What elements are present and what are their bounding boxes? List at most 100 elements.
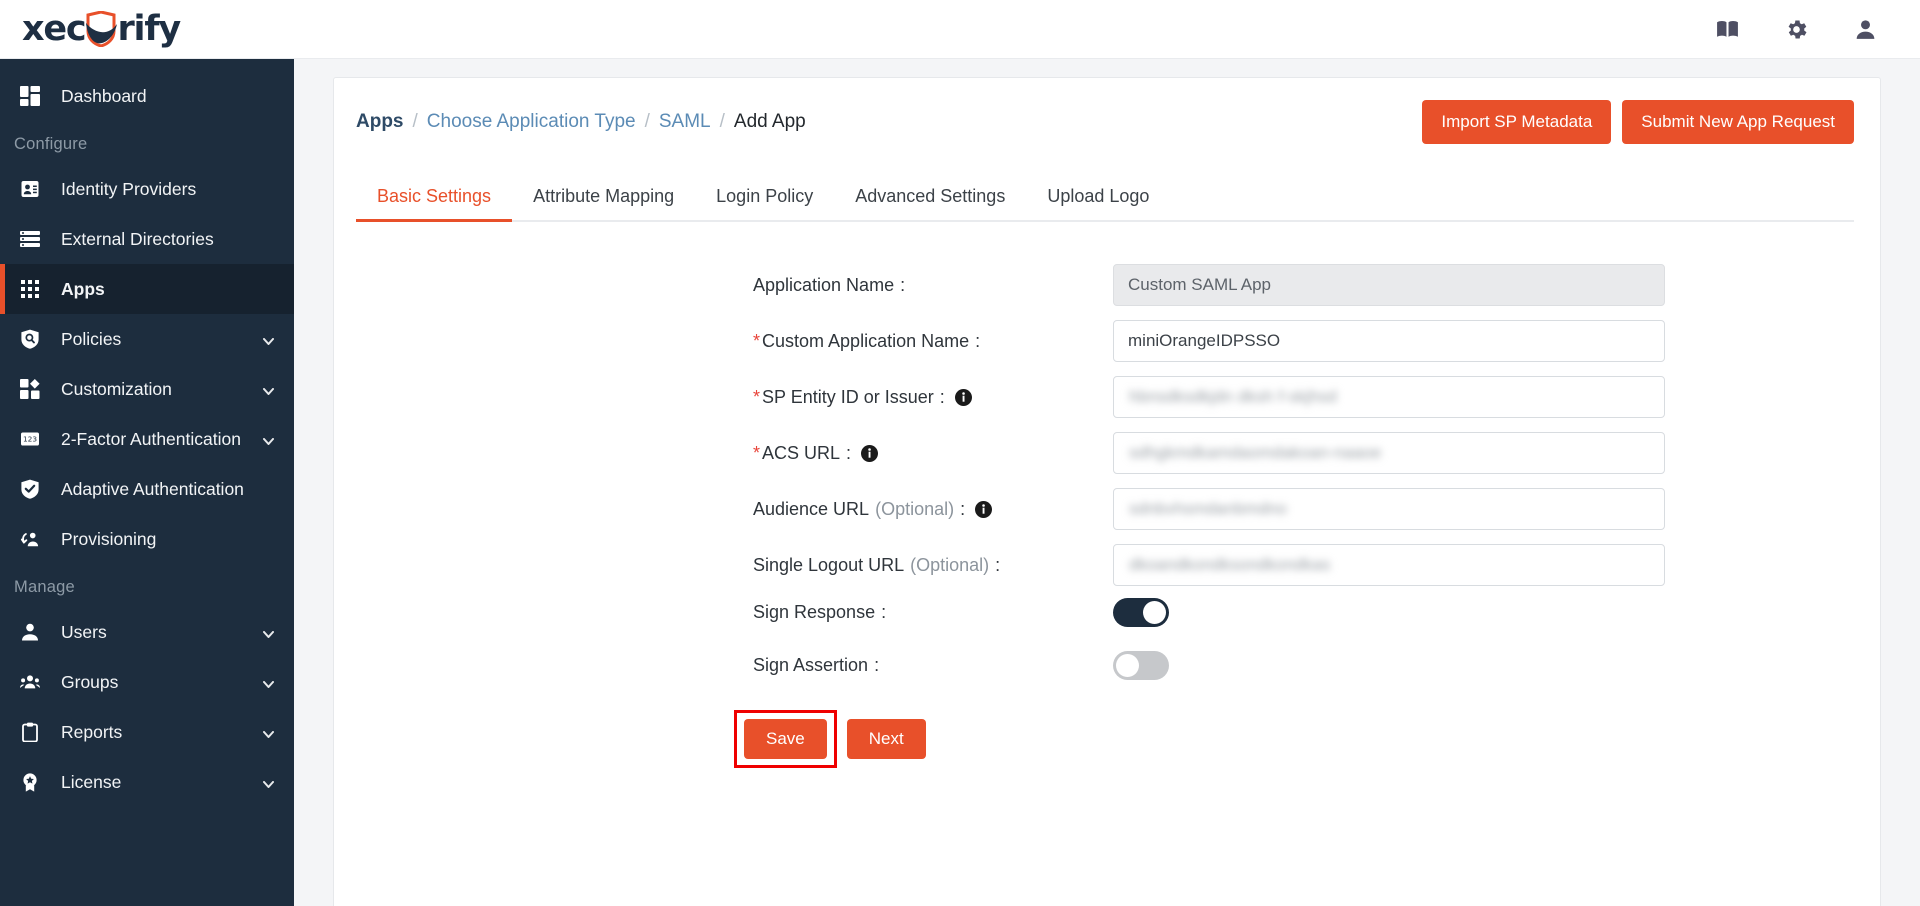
sign-response-toggle[interactable] <box>1113 598 1169 627</box>
sidebar-item-license[interactable]: License <box>0 757 294 807</box>
tab-basic-settings[interactable]: Basic Settings <box>356 176 513 222</box>
label-optional: (Optional) <box>875 498 955 519</box>
sidebar-item-identity-providers[interactable]: Identity Providers <box>0 164 294 214</box>
label-text: Sign Response <box>753 602 876 622</box>
label-colon: : <box>939 386 945 407</box>
sidebar-item-reports[interactable]: Reports <box>0 707 294 757</box>
tab-upload-logo[interactable]: Upload Logo <box>1026 176 1170 220</box>
label-colon: : <box>874 655 880 675</box>
label-sp-entity-id-or-issuer: * SP Entity ID or Issuer : <box>334 387 1113 408</box>
tab-login-policy[interactable]: Login Policy <box>695 176 834 220</box>
chevron-down-icon <box>262 775 276 789</box>
sidebar-item-groups[interactable]: Groups <box>0 657 294 707</box>
id-card-icon <box>16 178 44 200</box>
sidebar-item-label: Reports <box>61 721 123 742</box>
tab-attribute-mapping[interactable]: Attribute Mapping <box>512 176 695 220</box>
numeric-123-icon: 123 <box>16 428 44 450</box>
field-row-application-name: Application Name : <box>334 264 1880 306</box>
application-name-input[interactable] <box>1113 264 1665 306</box>
label-sign-assertion: Sign Assertion : <box>334 655 1113 676</box>
label-application-name: Application Name : <box>334 275 1113 296</box>
shield-logo-icon <box>84 11 118 47</box>
customization-icon <box>16 378 44 400</box>
chevron-down-icon <box>262 382 276 396</box>
breadcrumb-apps[interactable]: Apps <box>356 111 404 133</box>
label-acs-url: * ACS URL : <box>334 443 1113 464</box>
top-header: xec rify <box>0 0 1920 59</box>
audience-url-input[interactable] <box>1113 488 1665 530</box>
import-sp-metadata-button[interactable]: Import SP Metadata <box>1422 100 1612 144</box>
sign-assertion-toggle[interactable] <box>1113 651 1169 680</box>
label-optional: (Optional) <box>910 554 990 575</box>
sidebar-section-configure: Configure <box>14 135 88 153</box>
label-text: Custom Application Name <box>762 330 970 351</box>
sidebar-item-policies[interactable]: Policies <box>0 314 294 364</box>
sidebar: Dashboard Configure Identity Providers E… <box>0 59 294 906</box>
sidebar-item-label: Provisioning <box>61 528 157 549</box>
sidebar-item-dashboard[interactable]: Dashboard <box>0 71 294 121</box>
breadcrumb-separator: / <box>719 111 725 132</box>
tab-advanced-settings[interactable]: Advanced Settings <box>834 176 1026 220</box>
license-badge-icon <box>16 771 44 793</box>
sidebar-item-label: Groups <box>61 671 119 692</box>
info-icon[interactable] <box>975 500 993 518</box>
sidebar-item-external-directories[interactable]: External Directories <box>0 214 294 264</box>
sidebar-item-customization[interactable]: Customization <box>0 364 294 414</box>
sidebar-item-users[interactable]: Users <box>0 607 294 657</box>
label-text: ACS URL <box>762 442 841 463</box>
sidebar-item-label: Dashboard <box>61 85 147 106</box>
sidebar-item-label: License <box>61 771 122 792</box>
required-asterisk: * <box>753 330 761 351</box>
field-row-acs-url: * ACS URL : sdhgkmdkamdaomdakoan-naaoe <box>334 432 1880 474</box>
shield-check-icon <box>16 478 44 500</box>
breadcrumb-separator: / <box>644 111 650 132</box>
sidebar-item-label: Customization <box>61 378 172 399</box>
sidebar-item-label: External Directories <box>61 228 214 249</box>
label-colon: : <box>975 330 981 351</box>
breadcrumb-choose-application-type[interactable]: Choose Application Type <box>427 111 636 133</box>
sidebar-item-2-factor-authentication[interactable]: 123 2-Factor Authentication <box>0 414 294 464</box>
sidebar-item-apps[interactable]: Apps <box>0 264 294 314</box>
label-colon: : <box>995 554 1001 575</box>
app-root: xec rify Dashboard Configure Identity Pr… <box>0 0 1920 906</box>
user-icon <box>16 621 44 643</box>
field-row-single-logout-url: Single Logout URL (Optional) : dkoandkon… <box>334 544 1880 586</box>
label-colon: : <box>881 602 887 622</box>
label-single-logout-url: Single Logout URL (Optional) : <box>334 555 1113 576</box>
body-area: Dashboard Configure Identity Providers E… <box>0 59 1920 906</box>
field-row-sp-entity-id: * SP Entity ID or Issuer : hbnsdksdkjdn … <box>334 376 1880 418</box>
logo-text-right: rify <box>117 9 181 49</box>
next-button[interactable]: Next <box>846 719 926 759</box>
info-icon[interactable] <box>954 388 972 406</box>
field-row-sign-assertion: Sign Assertion : <box>334 651 1880 680</box>
brand-logo[interactable]: xec rify <box>0 9 294 49</box>
book-icon[interactable] <box>1714 16 1740 42</box>
single-logout-url-input[interactable] <box>1113 544 1665 586</box>
breadcrumb-saml[interactable]: SAML <box>659 111 711 133</box>
info-icon[interactable] <box>861 444 879 462</box>
logo-text: xec rify <box>22 9 181 49</box>
save-button-highlight: Save <box>734 710 837 768</box>
sidebar-item-adaptive-authentication[interactable]: Adaptive Authentication <box>0 464 294 514</box>
acs-url-input[interactable] <box>1113 432 1665 474</box>
save-button[interactable]: Save <box>744 719 827 759</box>
toggle-knob <box>1143 601 1166 624</box>
field-row-custom-application-name: * Custom Application Name : <box>334 320 1880 362</box>
sidebar-item-label: Apps <box>61 278 105 299</box>
label-text: SP Entity ID or Issuer <box>762 386 934 407</box>
sp-entity-id-input[interactable] <box>1113 376 1665 418</box>
submit-new-app-request-button[interactable]: Submit New App Request <box>1622 100 1854 144</box>
gear-icon[interactable] <box>1783 16 1809 42</box>
required-asterisk: * <box>753 442 761 463</box>
sidebar-item-label: Adaptive Authentication <box>61 478 244 499</box>
user-icon[interactable] <box>1852 16 1878 42</box>
custom-application-name-input[interactable] <box>1113 320 1665 362</box>
label-audience-url: Audience URL (Optional) : <box>334 499 1113 520</box>
provisioning-sync-icon <box>16 528 44 550</box>
form-action-buttons: Save Next <box>334 710 1880 768</box>
sidebar-item-provisioning[interactable]: Provisioning <box>0 514 294 564</box>
main-content: Apps / Choose Application Type / SAML / … <box>294 59 1920 906</box>
sp-entity-id-input-wrap: hbnsdksdkjdn dksh f-skjhsd <box>1113 376 1665 418</box>
sidebar-item-label: Policies <box>61 328 122 349</box>
label-colon: : <box>900 274 906 295</box>
